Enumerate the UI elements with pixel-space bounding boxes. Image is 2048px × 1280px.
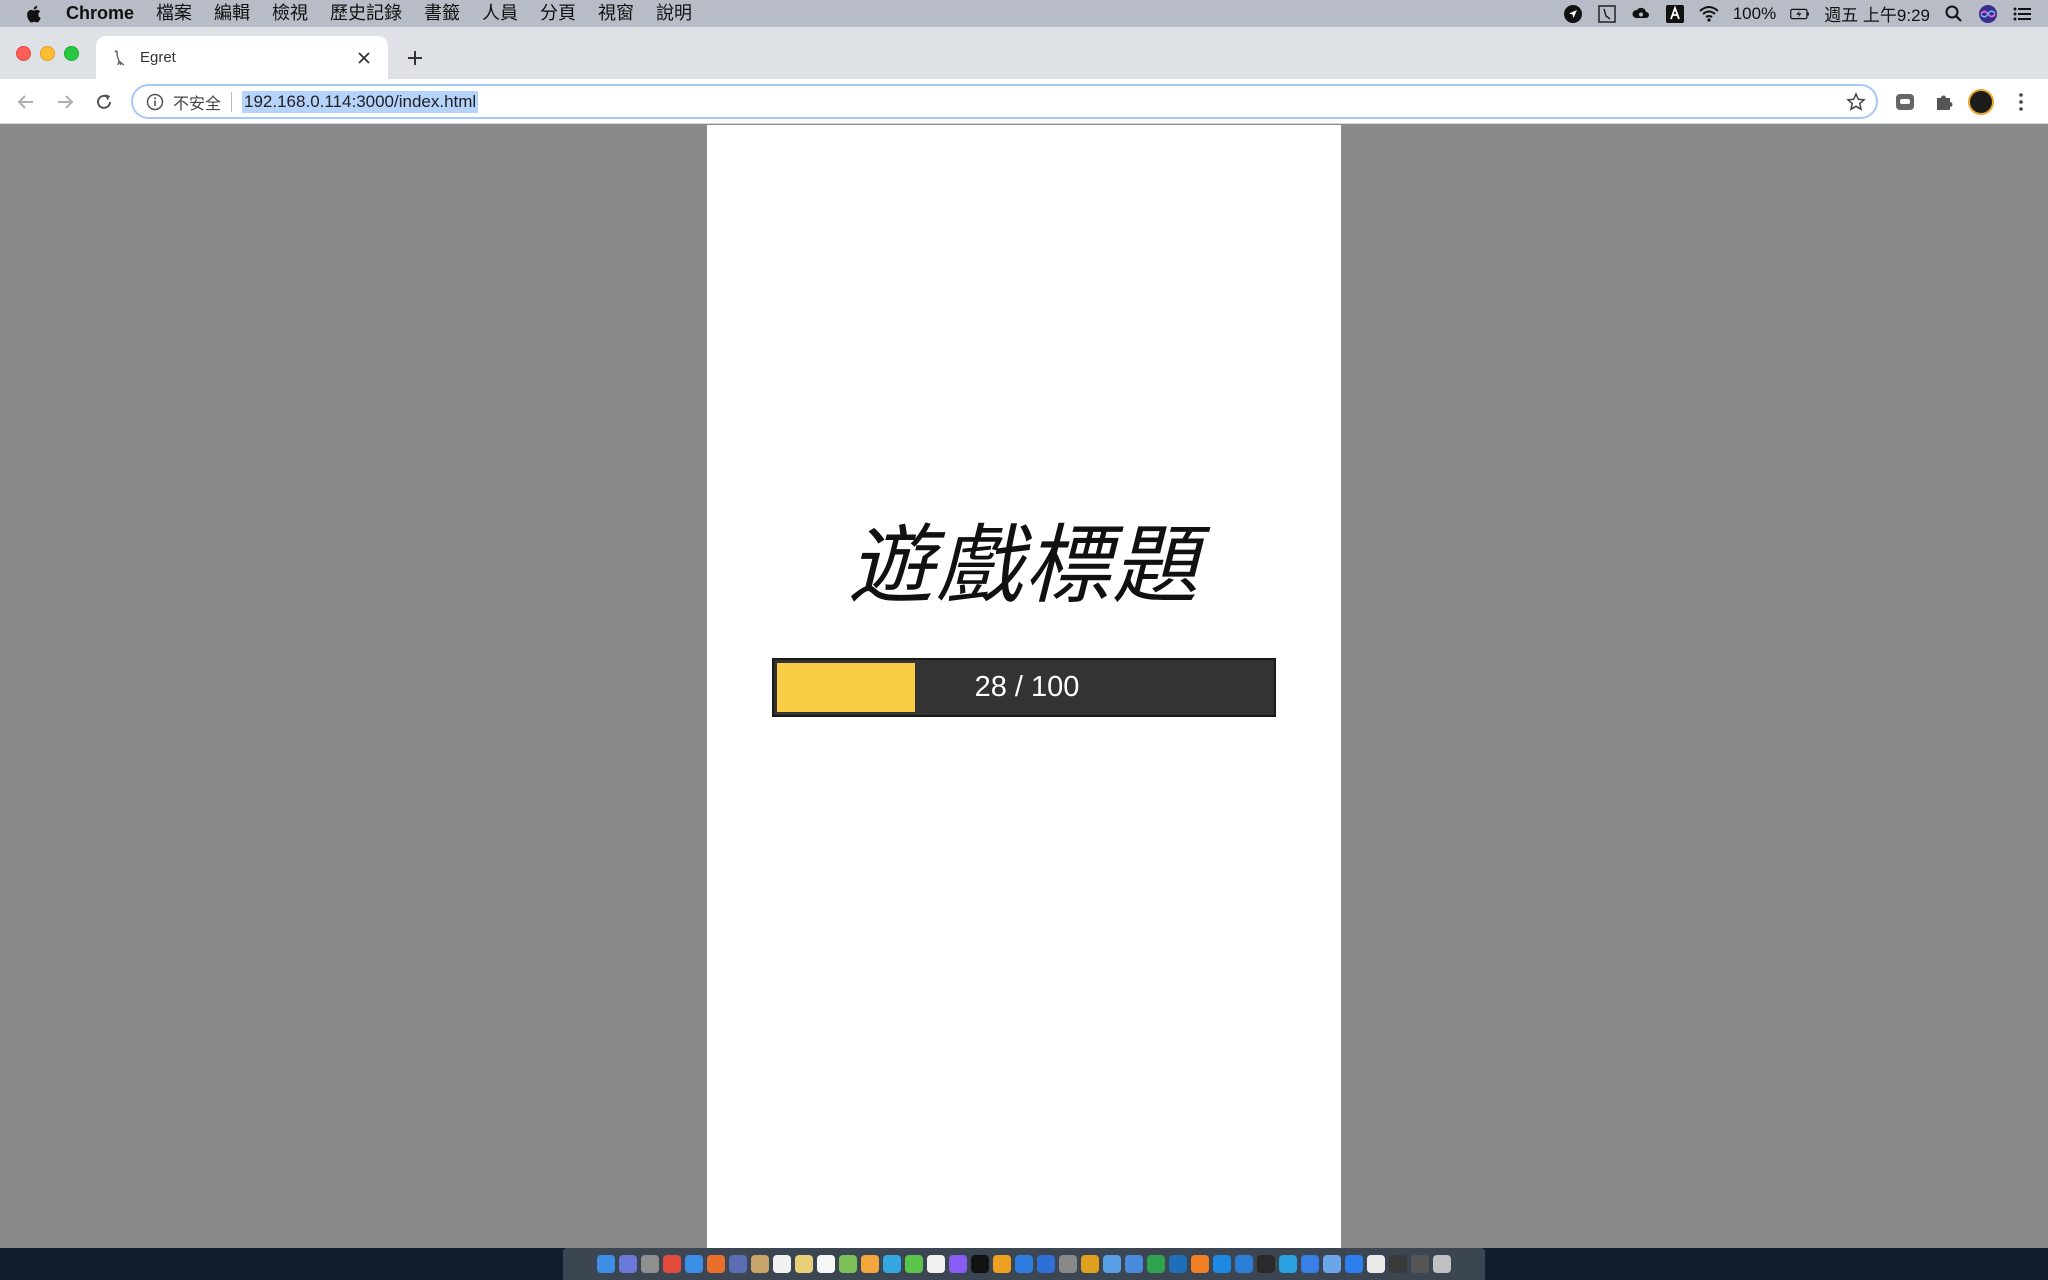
game-stage[interactable]: 遊戲標題 28 / 100	[707, 125, 1341, 1248]
dock-app-icon[interactable]	[1257, 1255, 1275, 1273]
dock-app-icon[interactable]	[993, 1255, 1011, 1273]
dock-app-icon[interactable]	[685, 1255, 703, 1273]
dock-app-icon[interactable]	[1345, 1255, 1363, 1273]
bookmark-star-icon[interactable]	[1846, 92, 1866, 112]
dock-app-icon[interactable]	[839, 1255, 857, 1273]
dock-app-icon[interactable]	[619, 1255, 637, 1273]
apple-menu-icon[interactable]	[0, 0, 66, 27]
dock-app-icon[interactable]	[597, 1255, 615, 1273]
wifi-icon[interactable]	[1699, 4, 1719, 24]
battery-percentage: 100%	[1732, 3, 1777, 23]
forward-button[interactable]	[51, 88, 79, 116]
browser-tab-active[interactable]: Egret	[96, 36, 388, 79]
dock-app-icon[interactable]	[927, 1255, 945, 1273]
dock-app-icon[interactable]	[1037, 1255, 1055, 1273]
arrow-left-icon	[17, 95, 33, 109]
url-text[interactable]: 192.168.0.114:3000/index.html	[242, 90, 479, 113]
menu-file[interactable]: 檔案	[145, 0, 203, 27]
plus-icon	[408, 51, 422, 65]
browser-toolbar: 不安全 192.168.0.114:3000/index.html	[0, 79, 2048, 124]
egret-status-icon[interactable]	[1597, 4, 1617, 24]
dock-app-icon[interactable]	[729, 1255, 747, 1273]
dock-app-icon[interactable]	[1367, 1255, 1385, 1273]
dock-app-icon[interactable]	[1169, 1255, 1187, 1273]
spotlight-search-icon[interactable]	[1944, 4, 1964, 24]
dock-app-icon[interactable]	[773, 1255, 791, 1273]
dock-app-icon[interactable]	[1015, 1255, 1033, 1273]
progress-label: 28 / 100	[974, 671, 1080, 703]
menu-window[interactable]: 視窗	[587, 0, 645, 27]
dock-app-icon[interactable]	[1323, 1255, 1341, 1273]
dock-app-icon[interactable]	[883, 1255, 901, 1273]
chrome-menu-icon[interactable]	[2008, 89, 2034, 115]
menu-help[interactable]: 說明	[645, 0, 703, 27]
dock-app-icon[interactable]	[905, 1255, 923, 1273]
dock-app-icon[interactable]	[641, 1255, 659, 1273]
menu-bookmarks[interactable]: 書籤	[413, 0, 471, 27]
dock-app-icon[interactable]	[861, 1255, 879, 1273]
address-bar[interactable]: 不安全 192.168.0.114:3000/index.html	[131, 84, 1878, 119]
dock-app-icon[interactable]	[1301, 1255, 1319, 1273]
profile-avatar[interactable]	[1968, 89, 1994, 115]
reload-icon	[97, 94, 111, 109]
menu-clock[interactable]: 週五 上午9:29	[1824, 1, 1930, 26]
location-arrow-icon[interactable]	[1563, 4, 1583, 24]
battery-charging-icon[interactable]	[1790, 4, 1810, 24]
macos-dock	[563, 1248, 1485, 1280]
dock-app-icon[interactable]	[817, 1255, 835, 1273]
dock-app-icon[interactable]	[1081, 1255, 1099, 1273]
dock-app-icon[interactable]	[663, 1255, 681, 1273]
dock-app-icon[interactable]	[1279, 1255, 1297, 1273]
dock-app-icon[interactable]	[1125, 1255, 1143, 1273]
tab-close-icon[interactable]	[354, 48, 374, 68]
dock-app-icon[interactable]	[1103, 1255, 1121, 1273]
window-zoom-button[interactable]	[64, 46, 79, 61]
menu-people[interactable]: 人員	[471, 0, 529, 27]
dock-app-icon[interactable]	[949, 1255, 967, 1273]
input-method-icon[interactable]	[1665, 4, 1685, 24]
browser-tab-strip: Egret	[0, 27, 2048, 79]
dock-app-icon[interactable]	[1059, 1255, 1077, 1273]
dock-app-icon[interactable]	[1389, 1255, 1407, 1273]
menu-app-name[interactable]: Chrome	[66, 0, 145, 27]
dock-app-icon[interactable]	[971, 1255, 989, 1273]
omnibox-separator	[231, 91, 233, 112]
dock-app-icon[interactable]	[751, 1255, 769, 1273]
dock-app-icon[interactable]	[1411, 1255, 1429, 1273]
menu-view[interactable]: 檢視	[261, 0, 319, 27]
siri-icon[interactable]	[1978, 4, 1998, 24]
dock-app-icon[interactable]	[1235, 1255, 1253, 1273]
tab-title: Egret	[140, 49, 176, 66]
egret-favicon-icon	[110, 49, 128, 67]
reload-button[interactable]	[90, 88, 118, 116]
dock-app-icon[interactable]	[1213, 1255, 1231, 1273]
dock-app-icon[interactable]	[1147, 1255, 1165, 1273]
dock-app-icon[interactable]	[795, 1255, 813, 1273]
arrow-right-icon	[58, 95, 74, 109]
dock-app-icon[interactable]	[1433, 1255, 1451, 1273]
dock-app-icon[interactable]	[707, 1255, 725, 1273]
game-title: 遊戲標題	[848, 516, 1200, 616]
menu-history[interactable]: 歷史記錄	[319, 0, 413, 27]
window-close-button[interactable]	[16, 46, 31, 61]
back-button[interactable]	[12, 88, 40, 116]
dock-app-icon[interactable]	[1191, 1255, 1209, 1273]
page-viewport: 遊戲標題 28 / 100	[0, 125, 2048, 1248]
menu-edit[interactable]: 編輯	[203, 0, 261, 27]
info-icon[interactable]	[145, 92, 165, 112]
macos-menu-bar: Chrome 檔案 編輯 檢視 歷史記錄 書籤 人員 分頁 視窗 說明 100%…	[0, 0, 2048, 27]
security-label[interactable]: 不安全	[173, 90, 221, 114]
menu-tab[interactable]: 分頁	[529, 0, 587, 27]
creative-cloud-icon[interactable]	[1631, 4, 1651, 24]
notification-center-icon[interactable]	[2012, 4, 2032, 24]
extensions-puzzle-icon[interactable]	[1931, 89, 1957, 115]
new-tab-button[interactable]	[402, 45, 428, 71]
loading-progress-bar: 28 / 100	[772, 658, 1276, 717]
line-extension-icon[interactable]	[1892, 89, 1918, 115]
window-minimize-button[interactable]	[40, 46, 55, 61]
